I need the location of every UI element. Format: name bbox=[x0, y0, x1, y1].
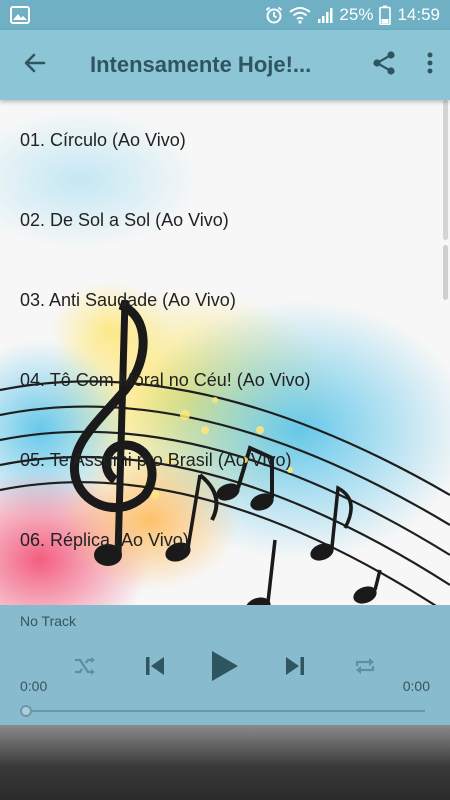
repeat-icon bbox=[353, 655, 377, 682]
track-item[interactable]: 02. De Sol a Sol (Ao Vivo) bbox=[0, 180, 450, 260]
previous-button[interactable] bbox=[138, 643, 172, 693]
track-list-area[interactable]: 01. Círculo (Ao Vivo) 02. De Sol a Sol (… bbox=[0, 100, 450, 605]
play-icon bbox=[210, 649, 240, 688]
player-panel: No Track 0:00 0:00 bbox=[0, 605, 450, 725]
back-arrow-icon bbox=[23, 51, 47, 80]
total-duration: 0:00 bbox=[402, 678, 430, 694]
shuffle-icon bbox=[73, 655, 97, 682]
wifi-icon bbox=[289, 6, 312, 24]
more-options-button[interactable] bbox=[410, 30, 450, 100]
shuffle-button[interactable] bbox=[68, 643, 102, 693]
more-vert-icon bbox=[427, 52, 433, 79]
scrollbar-track bbox=[443, 245, 448, 300]
share-button[interactable] bbox=[358, 30, 410, 100]
app-bar: Intensamente Hoje!... bbox=[0, 30, 450, 100]
skip-next-icon bbox=[283, 654, 307, 683]
track-item[interactable]: 06. Réplica (Ao Vivo) bbox=[0, 500, 450, 580]
elapsed-time: 0:00 bbox=[20, 678, 48, 694]
skip-previous-icon bbox=[143, 654, 167, 683]
repeat-button[interactable] bbox=[348, 643, 382, 693]
track-item[interactable]: 05. Te Assumi pro Brasil (Ao Vivo) bbox=[0, 420, 450, 500]
track-item[interactable]: 01. Círculo (Ao Vivo) bbox=[0, 100, 450, 180]
playback-controls bbox=[0, 643, 450, 693]
battery-percent: 25% bbox=[339, 5, 374, 24]
clock: 14:59 bbox=[397, 5, 440, 24]
battery-icon bbox=[379, 5, 392, 25]
scrollbar-thumb[interactable] bbox=[443, 100, 448, 240]
signal-icon bbox=[317, 6, 333, 24]
track-list: 01. Círculo (Ao Vivo) 02. De Sol a Sol (… bbox=[0, 100, 450, 580]
seek-thumb[interactable] bbox=[20, 705, 32, 717]
page-title: Intensamente Hoje!... bbox=[90, 52, 312, 77]
seek-bar[interactable] bbox=[20, 705, 425, 717]
now-playing-label: No Track bbox=[20, 613, 77, 629]
status-bar: 25% 14:59 bbox=[0, 0, 450, 30]
image-icon bbox=[10, 6, 30, 24]
play-button[interactable] bbox=[205, 643, 245, 693]
share-icon bbox=[372, 50, 396, 81]
next-button[interactable] bbox=[278, 643, 312, 693]
track-item[interactable]: 04. Tô Com Moral no Céu! (Ao Vivo) bbox=[0, 340, 450, 420]
track-item[interactable]: 03. Anti Saudade (Ao Vivo) bbox=[0, 260, 450, 340]
alarm-icon bbox=[265, 6, 283, 24]
back-button[interactable] bbox=[0, 30, 70, 100]
navigation-bar-area bbox=[0, 725, 450, 800]
